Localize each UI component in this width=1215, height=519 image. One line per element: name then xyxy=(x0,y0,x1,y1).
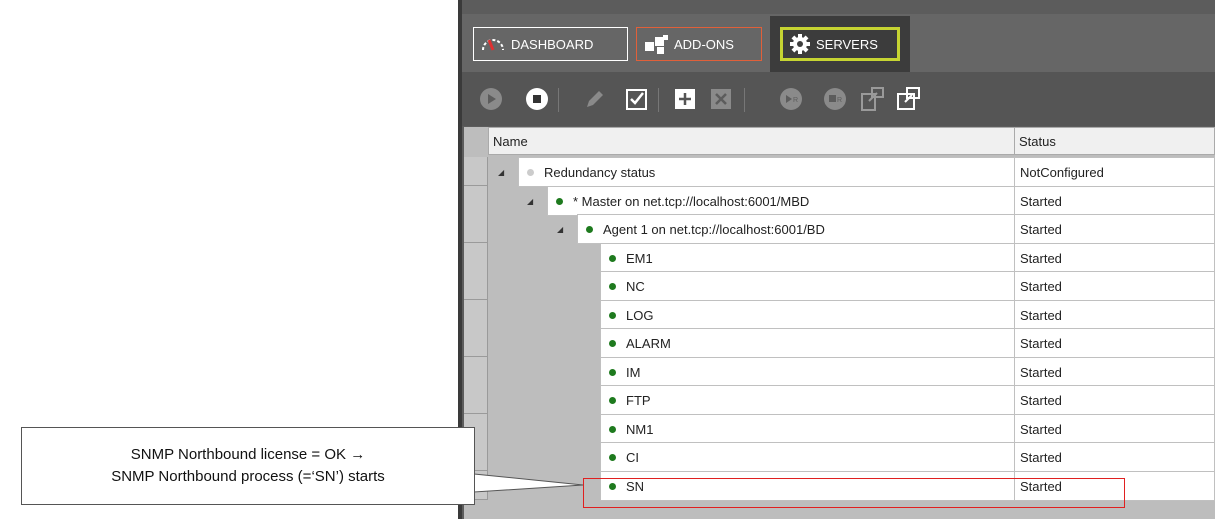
callout-note: SNMP Northbound license = OK → SNMP Nort… xyxy=(21,427,475,505)
callout-line-2: SNMP Northbound process (=‘SN’) starts xyxy=(111,468,385,485)
callout-line-1: SNMP Northbound license = OK → xyxy=(130,446,366,463)
